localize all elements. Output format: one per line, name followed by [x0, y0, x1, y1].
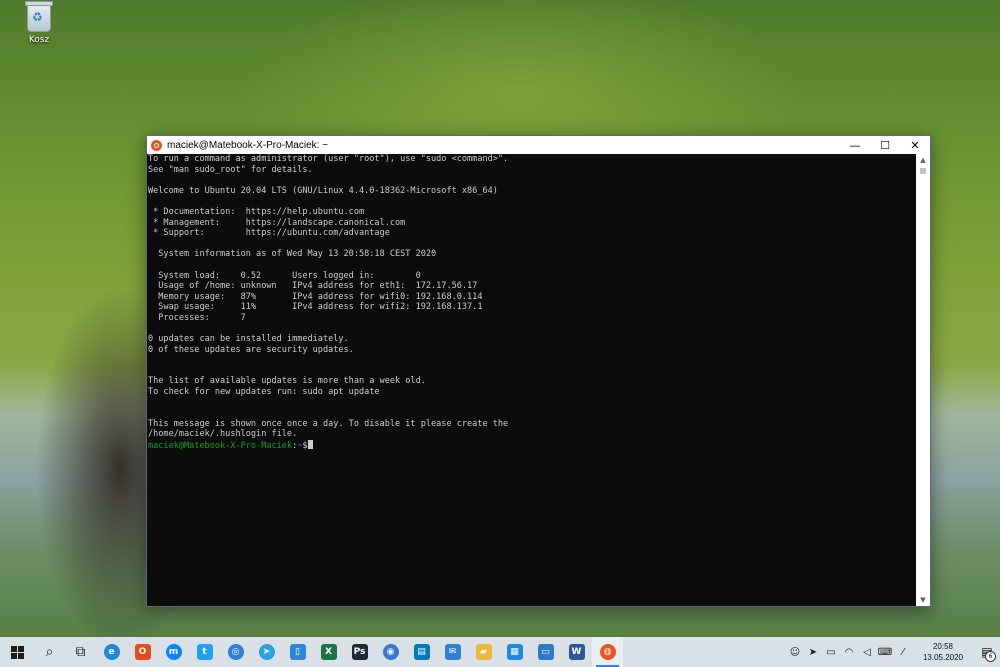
terminal-window[interactable]: maciek@Matebook-X-Pro-Maciek: ~ — ☐ ✕ To… [146, 135, 931, 607]
taskbar-mail-button[interactable]: ✉ [437, 637, 468, 667]
taskbar-edge-button[interactable]: e [96, 637, 127, 667]
scrollbar[interactable]: ▲ ▼ [916, 154, 930, 606]
windows-icon [10, 645, 24, 659]
photoshop-icon: Ps [351, 644, 368, 660]
prompt-line[interactable]: maciek@Matebook-X-Pro-Maciek:~$ [147, 440, 916, 452]
taskbar-excel-button[interactable]: X [313, 637, 344, 667]
taskbar-telegram-button[interactable]: ➤ [251, 637, 282, 667]
telegram-icon: ➤ [258, 644, 275, 660]
volume-icon[interactable]: ◁ [858, 637, 876, 667]
wifi-icon[interactable]: ◠ [840, 637, 858, 667]
folder-icon: ▰ [475, 644, 492, 660]
scroll-up-icon[interactable]: ▲ [916, 154, 930, 166]
taskbar-instagram-button[interactable]: ◎ [220, 637, 251, 667]
search-icon: ⌕ [45, 644, 54, 660]
phone-icon: ▯ [289, 644, 306, 660]
scroll-down-icon[interactable]: ▼ [916, 594, 930, 606]
taskbar-phone-button[interactable]: ▯ [282, 637, 313, 667]
messenger-icon: m [165, 644, 182, 660]
maximize-button[interactable]: ☐ [870, 136, 900, 154]
recycle-bin[interactable]: ♻ Kosz [20, 1, 58, 45]
window-title: maciek@Matebook-X-Pro-Maciek: ~ [167, 139, 329, 151]
taskbar-word-button[interactable]: W [561, 637, 592, 667]
taskbar-search-button[interactable]: ⌕ [34, 637, 65, 667]
scrollbar-thumb[interactable] [920, 168, 926, 174]
telegram-tray-icon[interactable]: ➤ [804, 637, 822, 667]
title-bar[interactable]: maciek@Matebook-X-Pro-Maciek: ~ — ☐ ✕ [147, 136, 930, 154]
notification-count: 6 [985, 651, 996, 662]
taskbar-twitter-button[interactable]: t [189, 637, 220, 667]
minimize-button[interactable]: — [840, 136, 870, 154]
action-center-button[interactable]: ▤ 6 [974, 637, 1000, 667]
mail-icon: ✉ [444, 644, 461, 660]
recycle-bin-label: Kosz [28, 35, 50, 45]
keyboard-icon[interactable]: ⌨ [876, 637, 894, 667]
system-tray: ☺➤▭◠◁⌨⁄ 20:58 13.05.2020 ▤ 6 [786, 637, 1000, 667]
close-button[interactable]: ✕ [900, 136, 930, 154]
taskbar-office-button[interactable]: O [127, 637, 158, 667]
tray-icons: ☺ ➤ ▭ ◠ ◁ ⌨ ⁄ [786, 637, 912, 667]
chrome-icon: ◉ [382, 644, 399, 660]
terminal-output[interactable]: To run a command as administrator (user … [147, 154, 916, 606]
prompt-user-host: maciek@Matebook-X-Pro-Maciek [148, 441, 293, 452]
pen-icon[interactable]: ⁄ [894, 637, 912, 667]
taskbar-chrome-button[interactable]: ◉ [375, 637, 406, 667]
word-icon: W [568, 644, 585, 660]
remote-desktop-icon: ▭ [537, 644, 554, 660]
taskbar-messenger-button[interactable]: m [158, 637, 189, 667]
taskbar-remote-button[interactable]: ▭ [530, 637, 561, 667]
taskbar-task-view-button[interactable]: ⧉ [65, 637, 96, 667]
instagram-icon: ◎ [227, 644, 244, 660]
start-button[interactable] [0, 637, 34, 667]
azure-icon: ▦ [506, 644, 523, 660]
recycle-bin-icon: ♻ [25, 1, 53, 32]
window-controls: — ☐ ✕ [840, 136, 930, 154]
task-view-icon: ⧉ [75, 644, 86, 660]
excel-icon: X [320, 644, 337, 660]
battery-icon[interactable]: ▭ [822, 637, 840, 667]
ubuntu-icon[interactable] [151, 139, 162, 151]
twitter-icon: t [196, 644, 213, 660]
taskbar: ⌕ ⧉ e Om t ◎ ➤ ▯ X Ps ◉ ▤ ✉ ▰ ▦ ▭ W ◍ ☺ ➤ ▭ ◠ ◁ ⌨ ⁄ 20:58 13.05… [0, 637, 1000, 667]
text-cursor [307, 440, 313, 450]
taskbar-azure-button[interactable]: ▦ [499, 637, 530, 667]
taskbar-apps: ⌕ ⧉ e Om t ◎ ➤ ▯ X Ps ◉ ▤ ✉ ▰ ▦ ▭ W ◍ [34, 637, 623, 667]
office-icon: O [134, 644, 151, 660]
clock-date: 13.05.2020 [922, 653, 964, 662]
edge-icon: e [103, 644, 120, 660]
terminal-text: To run a command as administrator (user … [148, 154, 509, 440]
clock-time: 20:58 [932, 642, 954, 651]
clock[interactable]: 20:58 13.05.2020 [912, 641, 974, 663]
trello-icon: ▤ [413, 644, 430, 660]
people-icon[interactable]: ☺ [786, 637, 804, 667]
taskbar-photoshop-button[interactable]: Ps [344, 637, 375, 667]
taskbar-trello-button[interactable]: ▤ [406, 637, 437, 667]
taskbar-ubuntu-button[interactable]: ◍ [592, 637, 623, 667]
taskbar-explorer-button[interactable]: ▰ [468, 637, 499, 667]
ubuntu-icon: ◍ [599, 644, 616, 660]
